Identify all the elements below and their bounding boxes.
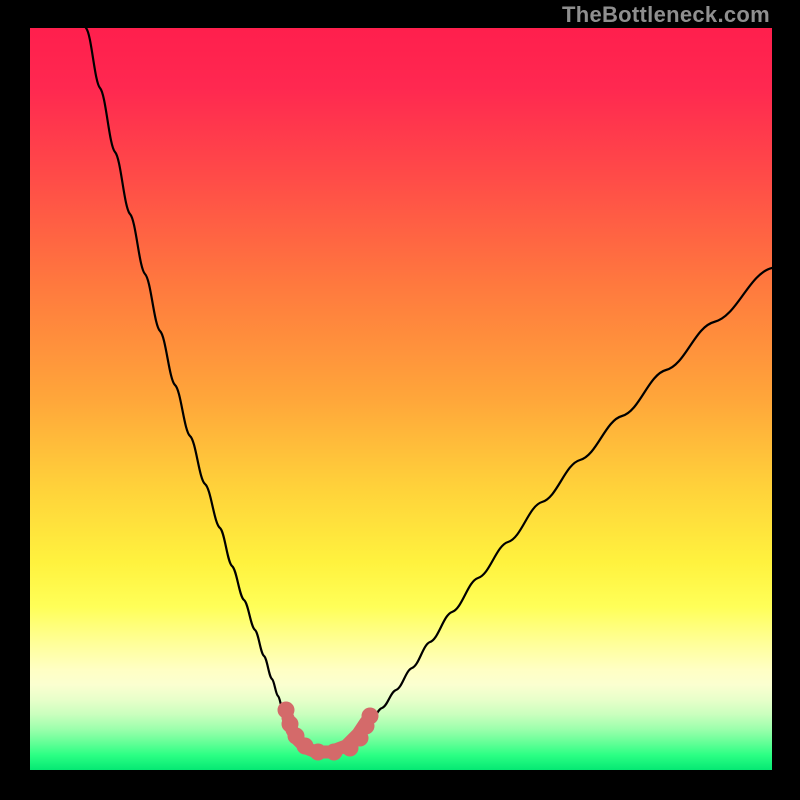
plot-area xyxy=(30,28,772,770)
marker-dot xyxy=(326,744,343,761)
watermark-text: TheBottleneck.com xyxy=(562,2,770,28)
curve-right-branch xyxy=(360,268,772,732)
marker-dot xyxy=(362,708,379,725)
marker-dots xyxy=(278,702,379,761)
bottleneck-curve xyxy=(30,28,772,770)
curve-left-branch xyxy=(86,28,292,732)
chart-frame: TheBottleneck.com xyxy=(0,0,800,800)
marker-dot xyxy=(310,744,327,761)
